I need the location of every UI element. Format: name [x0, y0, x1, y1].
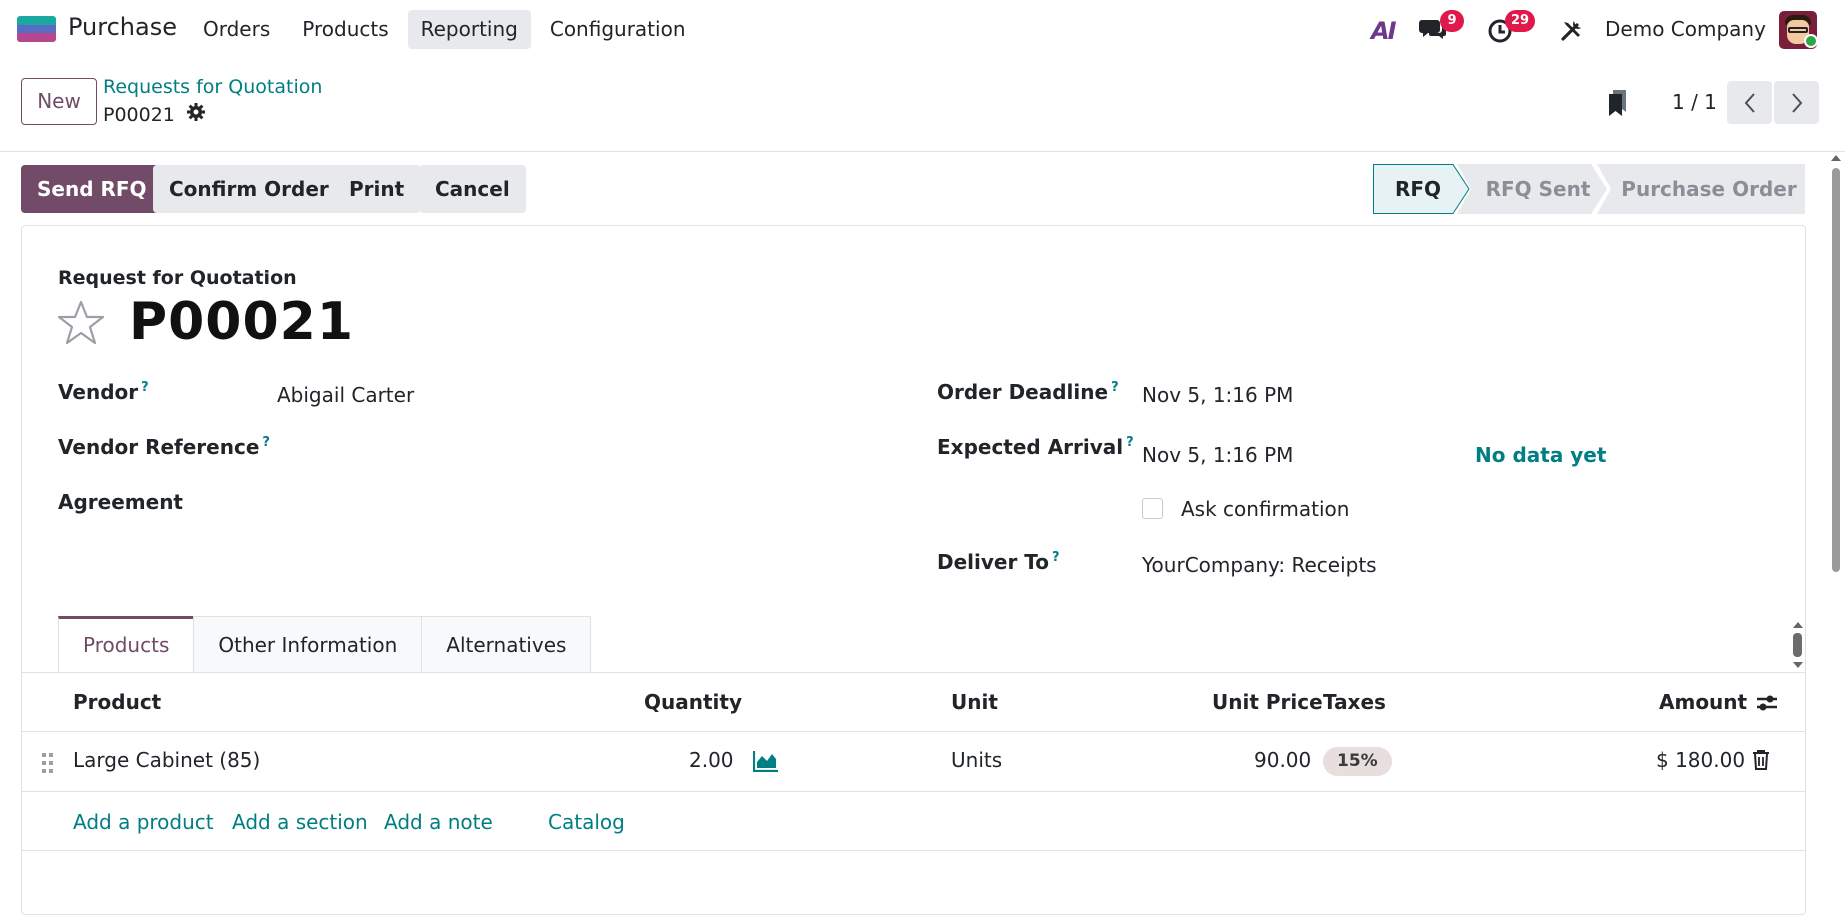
column-header-quantity[interactable]: Quantity — [644, 690, 742, 714]
tab-alternatives[interactable]: Alternatives — [421, 616, 592, 673]
add-section-link[interactable]: Add a section — [232, 810, 368, 834]
column-header-amount[interactable]: Amount — [1659, 690, 1747, 714]
print-button[interactable]: Print — [333, 165, 421, 213]
pager-previous-button[interactable] — [1727, 81, 1772, 124]
order-deadline-help-icon[interactable]: ? — [1111, 380, 1119, 395]
stage-rfq-sent[interactable]: RFQ Sent — [1468, 164, 1608, 214]
cell-unit-price[interactable]: 90.00 — [1254, 748, 1311, 772]
deliver-to-help-icon[interactable]: ? — [1052, 550, 1060, 565]
ask-confirmation-label[interactable]: Ask confirmation — [1181, 497, 1349, 521]
ai-icon-label: AI — [1371, 17, 1396, 45]
forecast-chart-icon[interactable] — [752, 750, 779, 777]
gear-icon[interactable] — [186, 103, 205, 126]
add-product-link[interactable]: Add a product — [73, 810, 214, 834]
agreement-field[interactable] — [277, 490, 837, 516]
table-footer-divider — [21, 850, 1806, 851]
control-panel-divider — [0, 151, 1845, 152]
deliver-to-label-text: Deliver To — [937, 550, 1050, 574]
pager-value[interactable]: 1 / 1 — [1672, 90, 1717, 114]
expected-arrival-help-icon[interactable]: ? — [1126, 435, 1134, 450]
purchase-app-icon[interactable] — [17, 16, 56, 42]
cell-product[interactable]: Large Cabinet (85) — [73, 748, 260, 772]
new-button[interactable]: New — [21, 78, 97, 125]
vendor-reference-label-text: Vendor Reference — [58, 435, 260, 459]
vendor-reference-field[interactable] — [277, 435, 837, 461]
column-header-product[interactable]: Product — [73, 690, 161, 714]
chevron-left-icon — [1744, 92, 1755, 113]
tabs-divider — [21, 672, 1806, 673]
table-row-divider — [21, 791, 1806, 792]
tabs-scrollbar[interactable] — [1793, 633, 1802, 657]
activities-count-badge: 29 — [1505, 10, 1536, 32]
cell-tax-badge[interactable]: 15% — [1323, 747, 1392, 776]
cell-unit[interactable]: Units — [951, 748, 1002, 772]
vendor-label: Vendor? — [58, 380, 149, 404]
table-header-divider — [21, 731, 1806, 732]
menu-orders[interactable]: Orders — [190, 10, 283, 49]
priority-star-icon[interactable] — [57, 300, 105, 351]
deliver-to-label: Deliver To? — [937, 550, 1060, 574]
order-deadline-label-text: Order Deadline — [937, 380, 1109, 404]
tools-icon[interactable] — [1559, 17, 1585, 48]
order-deadline-field[interactable]: Nov 5, 1:16 PM — [1142, 383, 1293, 407]
vendor-reference-help-icon[interactable]: ? — [262, 435, 270, 450]
drag-handle-icon[interactable] — [41, 752, 55, 779]
optional-columns-icon[interactable] — [1755, 691, 1779, 720]
send-rfq-button[interactable]: Send RFQ — [21, 165, 163, 213]
add-note-link[interactable]: Add a note — [384, 810, 493, 834]
bookmark-icon[interactable] — [1607, 88, 1629, 121]
vendor-field[interactable]: Abigail Carter — [277, 383, 414, 407]
on-time-rate-no-data: No data yet — [1475, 443, 1607, 467]
online-status-indicator — [1804, 34, 1818, 48]
deliver-to-field[interactable]: YourCompany: Receipts — [1142, 553, 1377, 577]
top-menu: Orders Products Reporting Configuration — [190, 10, 705, 49]
column-header-unit[interactable]: Unit — [951, 690, 998, 714]
expected-arrival-label: Expected Arrival? — [937, 435, 1134, 459]
app-name[interactable]: Purchase — [68, 13, 177, 41]
notebook-tabs: Products Other Information Alternatives — [58, 616, 592, 673]
vendor-reference-label: Vendor Reference? — [58, 435, 270, 459]
catalog-link[interactable]: Catalog — [548, 810, 625, 834]
breadcrumb-current-record: P00021 — [103, 103, 205, 126]
expected-arrival-field[interactable]: Nov 5, 1:16 PM — [1142, 443, 1293, 467]
vendor-help-icon[interactable]: ? — [141, 380, 149, 395]
stage-rfq[interactable]: RFQ — [1373, 164, 1463, 214]
messages-count-badge: 9 — [1440, 10, 1464, 32]
trash-icon[interactable] — [1752, 749, 1770, 776]
page-scroll-up-arrow[interactable] — [1831, 155, 1841, 161]
record-name: P00021 — [103, 103, 175, 126]
page-scrollbar[interactable] — [1832, 168, 1840, 572]
order-deadline-label: Order Deadline? — [937, 380, 1119, 404]
confirm-order-button[interactable]: Confirm Order — [153, 165, 345, 213]
cell-quantity[interactable]: 2.00 — [689, 748, 734, 772]
menu-reporting[interactable]: Reporting — [407, 10, 531, 49]
column-header-unit-price[interactable]: Unit Price — [1212, 690, 1323, 714]
cell-amount: $ 180.00 — [1656, 748, 1746, 772]
ask-confirmation-checkbox[interactable] — [1142, 498, 1163, 519]
pager-next-button[interactable] — [1774, 81, 1819, 124]
tabs-scroll-down-arrow[interactable] — [1793, 662, 1803, 668]
column-header-taxes[interactable]: Taxes — [1323, 690, 1386, 714]
expected-arrival-label-text: Expected Arrival — [937, 435, 1124, 459]
tabs-scroll-up-arrow[interactable] — [1793, 622, 1803, 628]
tab-products[interactable]: Products — [58, 616, 195, 673]
ai-icon[interactable]: AI — [1371, 17, 1396, 45]
breadcrumb-requests-for-quotation[interactable]: Requests for Quotation — [103, 76, 322, 98]
tab-other-information[interactable]: Other Information — [193, 616, 423, 673]
menu-configuration[interactable]: Configuration — [537, 10, 699, 49]
document-type-label: Request for Quotation — [58, 267, 297, 289]
vendor-label-text: Vendor — [58, 380, 139, 404]
agreement-label: Agreement — [58, 490, 183, 514]
chevron-right-icon — [1791, 92, 1802, 113]
company-switcher[interactable]: Demo Company — [1605, 17, 1766, 41]
menu-products[interactable]: Products — [289, 10, 401, 49]
cancel-button[interactable]: Cancel — [419, 165, 526, 213]
record-title: P00021 — [129, 292, 355, 352]
stage-purchase-order[interactable]: Purchase Order — [1613, 164, 1805, 214]
